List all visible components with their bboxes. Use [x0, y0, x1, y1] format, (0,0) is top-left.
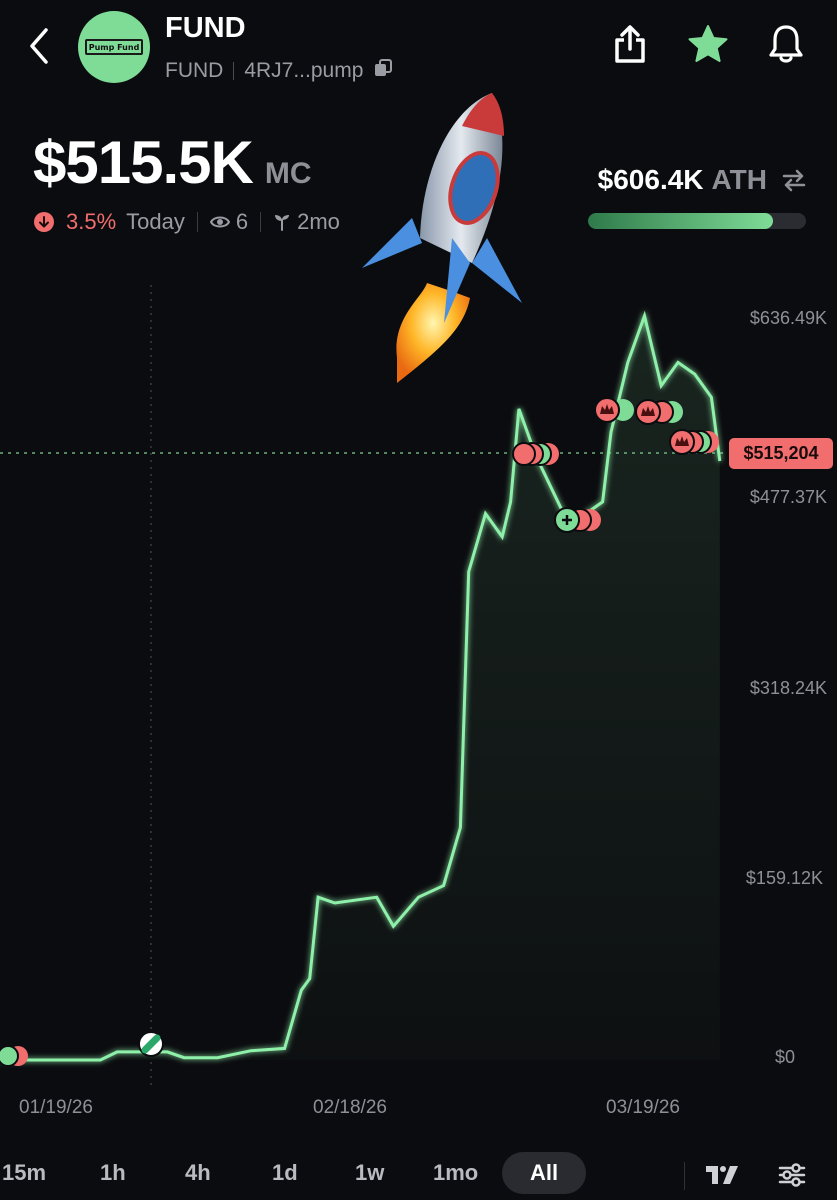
- change-period: Today: [126, 209, 185, 234]
- star-icon: [688, 25, 728, 62]
- favorite-button[interactable]: [686, 22, 730, 66]
- eye-icon: [209, 215, 230, 229]
- divider: [684, 1162, 685, 1190]
- divider: [233, 62, 235, 80]
- copy-icon[interactable]: [373, 58, 393, 84]
- sprout-icon: [273, 213, 291, 231]
- chart-settings-icon[interactable]: [778, 1162, 806, 1193]
- timeframe-15m[interactable]: 15m: [2, 1160, 46, 1186]
- change-percent: 3.5%: [66, 209, 117, 234]
- back-button[interactable]: [22, 26, 56, 66]
- share-icon: [615, 25, 645, 63]
- timeframe-4h[interactable]: 4h: [185, 1160, 211, 1186]
- timeframe-1w[interactable]: 1w: [355, 1160, 384, 1186]
- stats-row: 3.5% Today 6 2mo: [34, 209, 340, 235]
- ath-summary[interactable]: $606.4K ATH: [598, 164, 807, 196]
- swap-arrows-icon[interactable]: [781, 168, 807, 192]
- token-name: FUND: [165, 12, 246, 44]
- bell-icon: [769, 25, 803, 63]
- x-tick-label: 01/19/26: [19, 1097, 93, 1118]
- timeframe-selector: 15m 1h 4h 1d 1w 1mo All: [0, 1150, 837, 1200]
- token-address[interactable]: 4RJ7...pump: [244, 59, 363, 83]
- avatar-logo-text: Pump Fund: [85, 39, 143, 55]
- token-subtitle: FUND 4RJ7...pump: [165, 58, 393, 84]
- pill-icon[interactable]: [138, 1031, 164, 1057]
- trade-marker-add[interactable]: [554, 507, 601, 533]
- divider: [196, 212, 198, 232]
- trade-marker-whale[interactable]: [594, 397, 634, 423]
- y-tick-label: $0: [775, 1047, 795, 1067]
- market-cap: $515.5K MC: [33, 128, 312, 197]
- watchers-count: 6: [235, 209, 249, 234]
- y-tick-label: $477.37K: [750, 487, 827, 507]
- timeframe-all[interactable]: All: [502, 1152, 587, 1194]
- timeframe-1mo[interactable]: 1mo: [433, 1160, 478, 1186]
- ath-label: ATH: [711, 164, 767, 195]
- divider: [260, 212, 262, 232]
- market-cap-value: $515.5K: [33, 129, 254, 196]
- y-tick-label: $159.12K: [746, 868, 823, 888]
- share-button[interactable]: [608, 22, 652, 66]
- market-cap-label: MC: [264, 157, 312, 190]
- ath-value: $606.4K: [597, 164, 704, 195]
- trade-marker-whale[interactable]: [635, 399, 683, 425]
- timeframe-1h[interactable]: 1h: [100, 1160, 126, 1186]
- x-tick-label: 02/18/26: [313, 1097, 387, 1118]
- token-symbol: FUND: [165, 59, 224, 82]
- arrow-down-icon: [34, 212, 54, 232]
- token-age: 2mo: [297, 209, 340, 234]
- y-tick-label: $318.24K: [750, 678, 827, 698]
- x-tick-label: 03/19/26: [606, 1097, 680, 1118]
- trade-marker-dev[interactable]: [512, 442, 559, 466]
- trade-marker-whale[interactable]: [669, 429, 719, 455]
- ath-progress-fill: [588, 213, 774, 229]
- tradingview-icon[interactable]: [706, 1166, 738, 1189]
- current-price-tag: $515,204: [729, 438, 833, 469]
- notifications-button[interactable]: [764, 22, 808, 66]
- chevron-left-icon: [30, 28, 48, 64]
- token-avatar[interactable]: Pump Fund: [78, 11, 150, 83]
- y-tick-label: $636.49K: [750, 308, 827, 328]
- trade-marker-buy[interactable]: [0, 1045, 28, 1067]
- timeframe-1d[interactable]: 1d: [272, 1160, 298, 1186]
- price-chart[interactable]: $636.49K $477.37K $318.24K $159.12K $0 0…: [0, 280, 837, 1140]
- ath-progress-bar: [588, 213, 806, 229]
